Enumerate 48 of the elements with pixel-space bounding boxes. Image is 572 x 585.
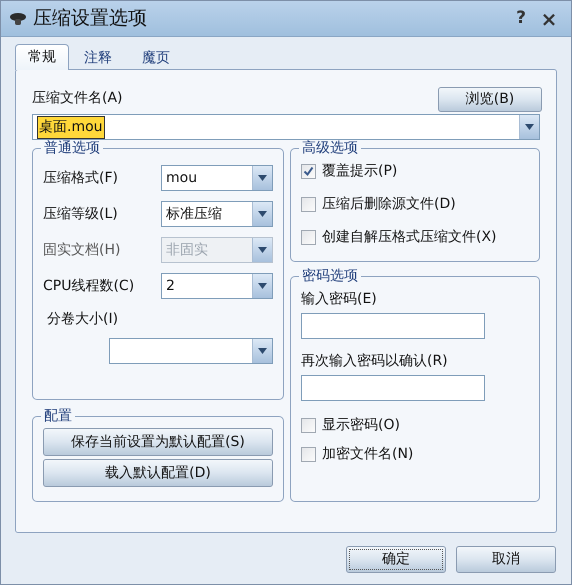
tab[interactable]: 魔页 (127, 47, 185, 69)
app-icon (9, 10, 27, 26)
password-field[interactable] (300, 375, 485, 401)
checkbox[interactable] (300, 447, 316, 462)
checkbox-label: 加密文件名(N) (322, 445, 414, 464)
tab[interactable]: 注释 (69, 47, 127, 69)
field-label: 分卷大小(I) (47, 310, 120, 329)
checkbox[interactable] (300, 418, 316, 433)
group-title: 普通选项 (43, 139, 101, 158)
dropdown-arrow-icon (258, 348, 267, 354)
group-title: 高级选项 (300, 139, 359, 158)
close-button[interactable]: × (535, 4, 563, 34)
tab[interactable]: 常规 (15, 44, 69, 70)
field-label: 再次输入密码以确认(R) (300, 352, 449, 371)
button[interactable]: 确定 (346, 546, 446, 573)
field-label: 压缩文件名(A) (32, 89, 123, 108)
field-label: CPU线程数(C) (43, 276, 134, 296)
help-button[interactable]: ? (507, 6, 535, 32)
checkbox-label: 显示密码(O) (322, 416, 400, 435)
checkbox-label: 创建自解压格式压缩文件(X) (322, 228, 496, 247)
button[interactable]: 取消 (456, 546, 556, 573)
dropdown-arrow-icon (525, 124, 534, 130)
button[interactable]: 浏览(B) (438, 87, 542, 112)
dropdown[interactable] (108, 338, 273, 364)
checkbox[interactable] (300, 197, 316, 212)
field-label: 固实文档(H) (43, 240, 120, 260)
dropdown-arrow-icon (258, 211, 267, 217)
dropdown-arrow-icon (258, 247, 267, 253)
dropdown-arrow-icon (258, 175, 267, 181)
dropdown[interactable]: 标准压缩 (160, 201, 273, 227)
checkbox-label: 压缩后删除源文件(D) (322, 195, 456, 214)
group-title: 密码选项 (300, 267, 359, 286)
file-name-dropdown[interactable]: 桌面.mou (32, 114, 540, 140)
group-title: 配置 (43, 407, 73, 426)
checkbox-label: 覆盖提示(P) (322, 162, 398, 181)
field-label: 压缩格式(F) (43, 168, 118, 188)
input-value: 桌面.mou (37, 116, 105, 138)
window-title: 压缩设置选项 (33, 6, 148, 32)
dropdown[interactable]: 2 (160, 273, 273, 299)
button[interactable]: 保存当前设置为默认配置(S) (43, 428, 273, 456)
dropdown[interactable]: mou (160, 165, 273, 191)
checkbox[interactable] (300, 164, 316, 179)
dropdown-arrow-icon (258, 283, 267, 289)
button[interactable]: 载入默认配置(D) (43, 459, 273, 487)
checkbox[interactable] (300, 230, 316, 245)
field-label: 输入密码(E) (300, 290, 378, 309)
password-field[interactable] (300, 313, 485, 339)
field-label: 压缩等级(L) (43, 204, 118, 224)
